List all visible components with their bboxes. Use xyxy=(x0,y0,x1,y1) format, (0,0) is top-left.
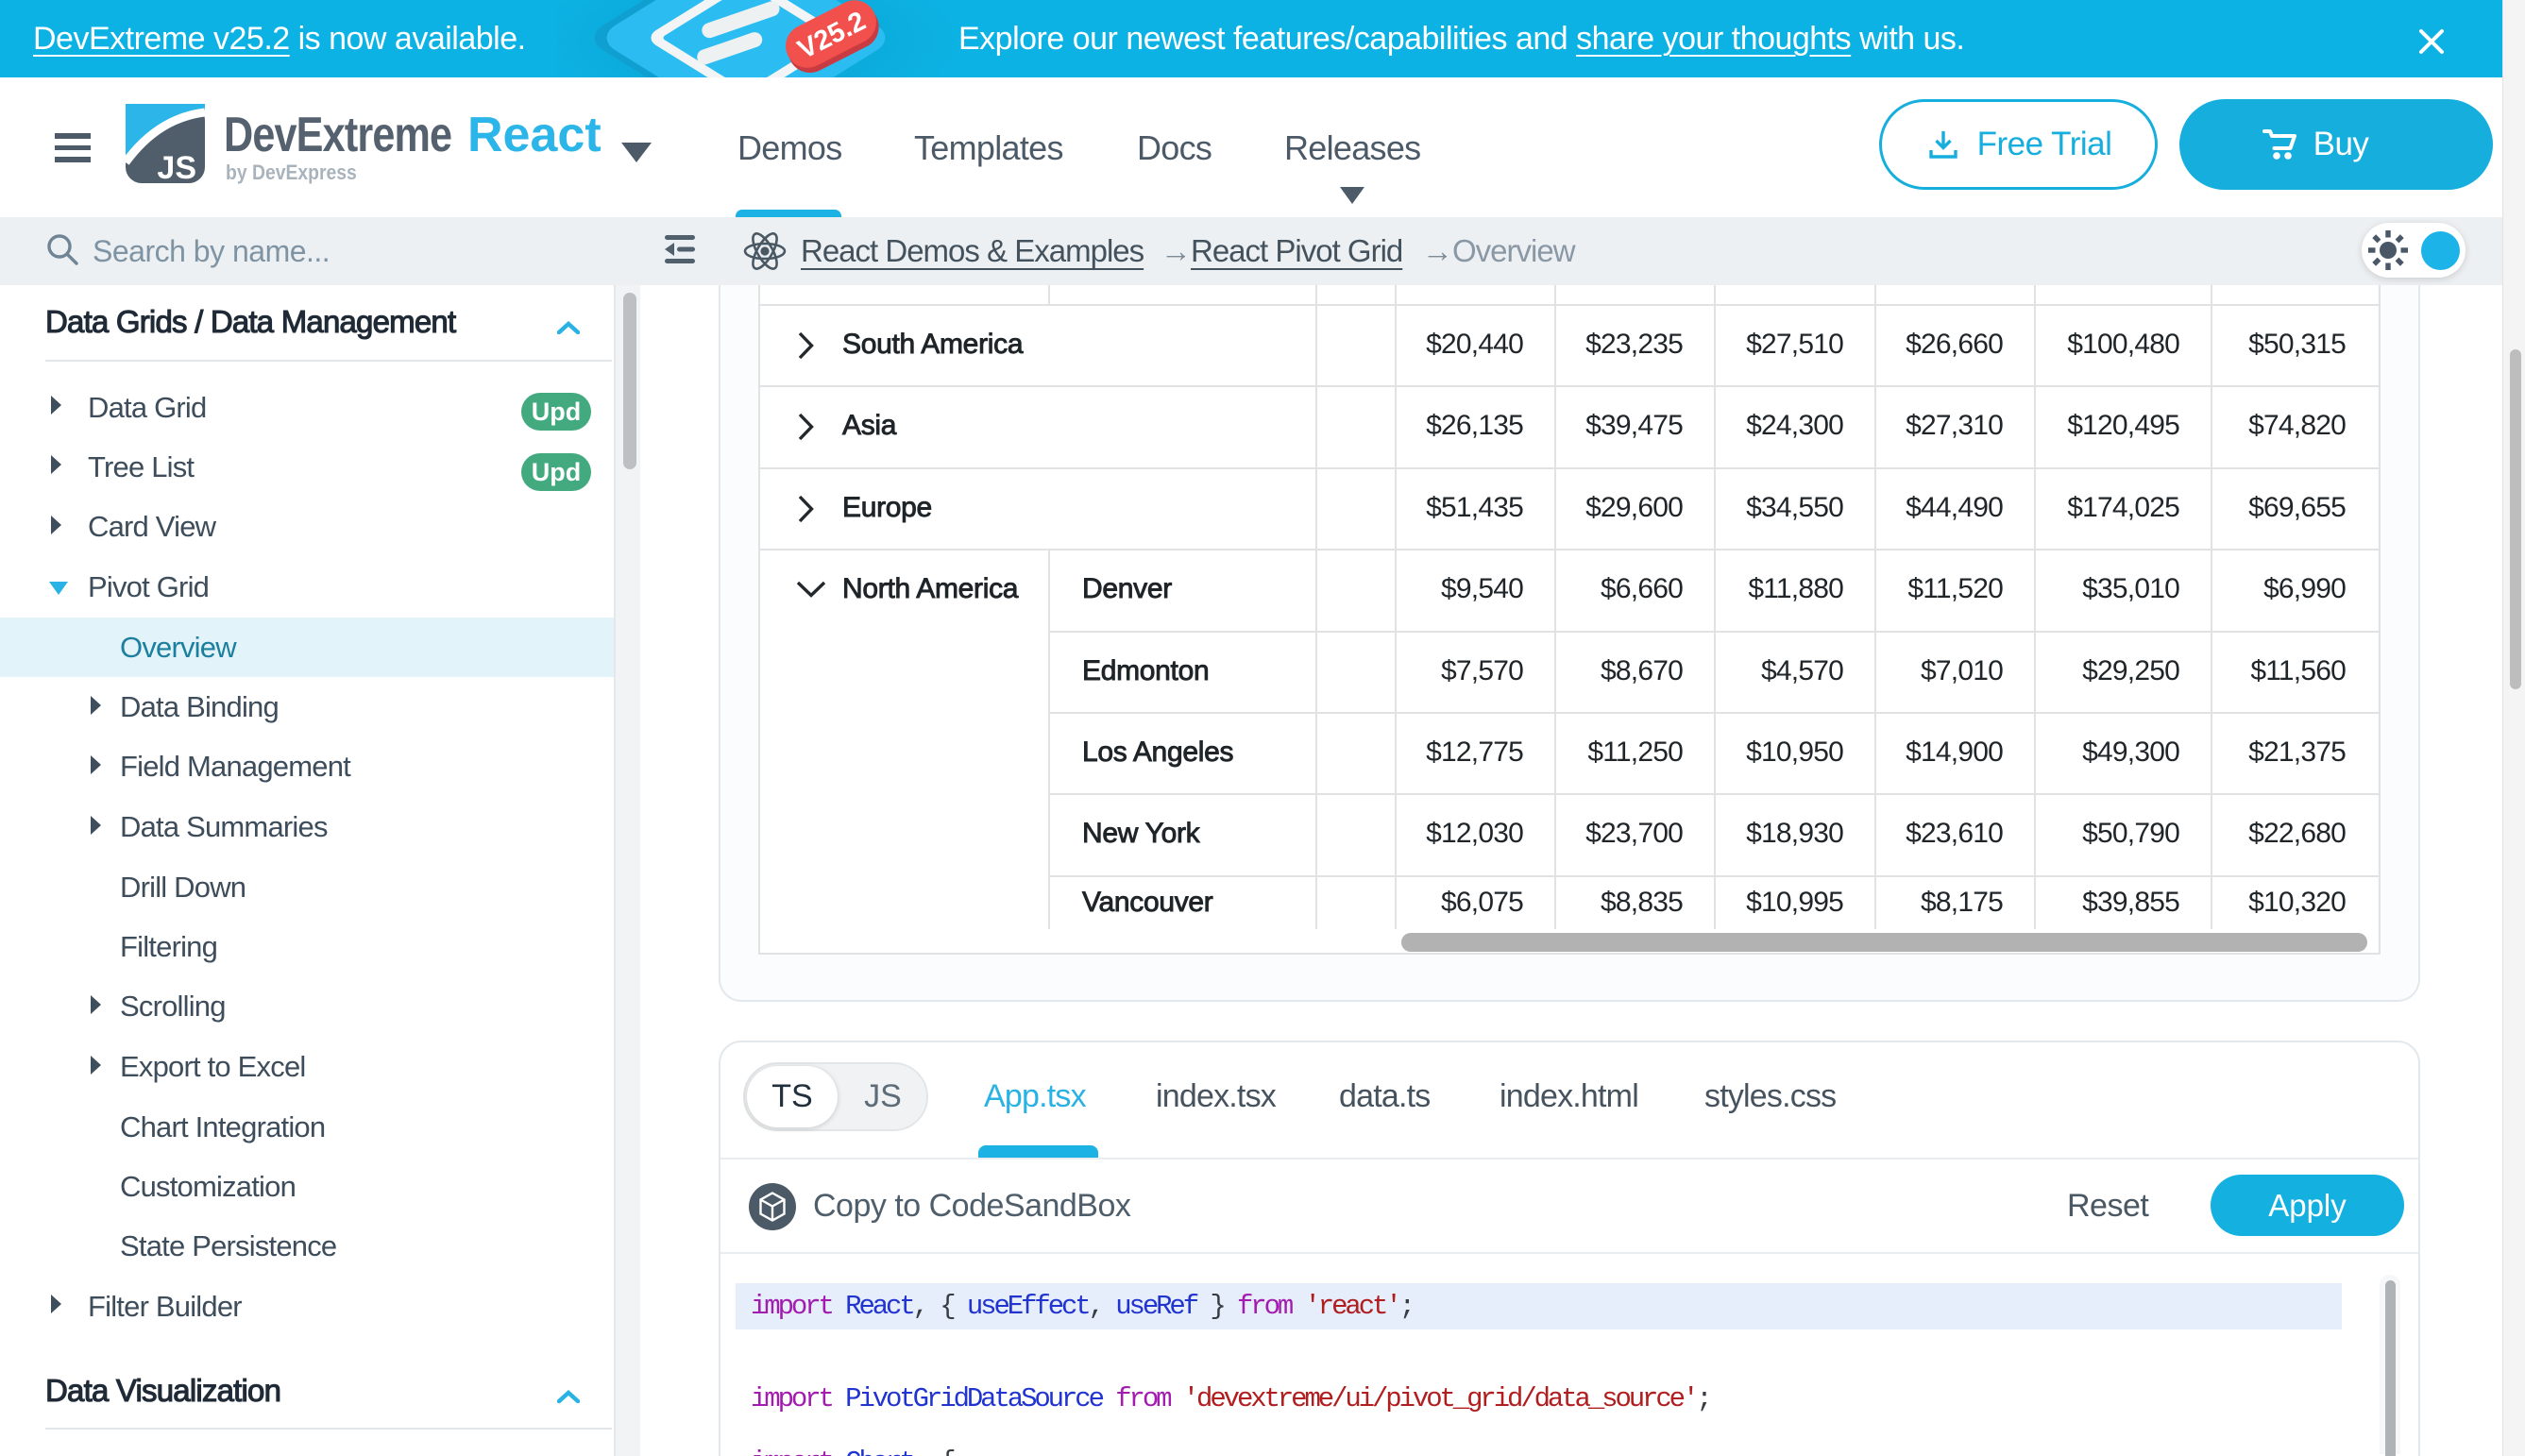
svg-text:JS: JS xyxy=(157,150,196,183)
